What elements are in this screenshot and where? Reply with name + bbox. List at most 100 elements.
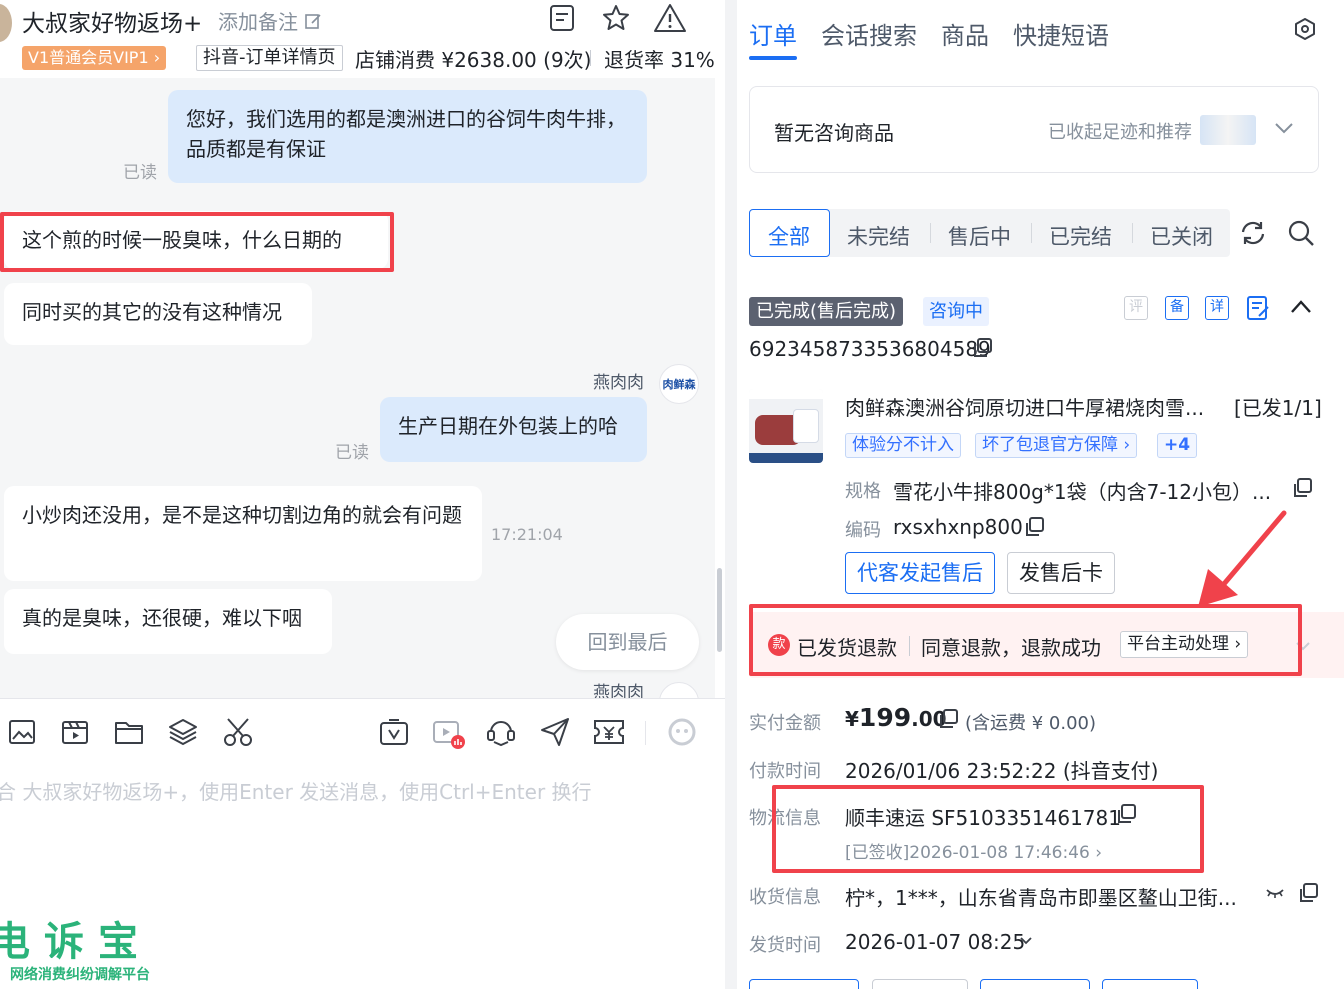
- tab-chat-search[interactable]: 会话搜索: [821, 16, 917, 51]
- tag-experience: 体验分不计入: [845, 433, 961, 458]
- coupon-icon[interactable]: [593, 718, 625, 746]
- note-icon[interactable]: [548, 4, 576, 32]
- product-title[interactable]: 肉鲜森澳洲谷饲原切进口牛厚裙烧肉雪...: [845, 392, 1204, 421]
- product-thumbnail[interactable]: [749, 389, 823, 463]
- back-to-last-button[interactable]: 回到最后: [556, 614, 699, 670]
- copy-icon[interactable]: [1291, 477, 1313, 499]
- customer-avatar[interactable]: [0, 4, 12, 42]
- video-icon[interactable]: [61, 718, 89, 746]
- tab-quick-phrases[interactable]: 快捷短语: [1013, 16, 1109, 51]
- image-icon[interactable]: [8, 718, 36, 746]
- copy-icon[interactable]: [937, 708, 959, 730]
- toolbar-divider: [0, 698, 725, 699]
- consult-collapsed-text: 已收起足迹和推荐: [1048, 122, 1192, 143]
- star-icon[interactable]: [601, 3, 631, 33]
- tab-order[interactable]: 订单: [749, 16, 797, 51]
- chat-scrollbar[interactable]: [717, 568, 722, 652]
- message-bubble: 生产日期在外包装上的哈: [380, 397, 647, 462]
- header-separator: [590, 50, 591, 66]
- chevron-down-icon[interactable]: [1274, 121, 1294, 135]
- ship-time-label: 发货时间: [749, 935, 821, 956]
- message-time: 17:21:04: [491, 525, 563, 544]
- copy-icon[interactable]: [1023, 516, 1045, 538]
- shipped-count: [已发1/1]: [1234, 396, 1322, 420]
- spec-value: 雪花小牛排800g*1袋（内含7-12小包）...: [893, 480, 1272, 504]
- filter-separator: [930, 223, 931, 243]
- footprint-thumbnail: [1200, 115, 1256, 145]
- warning-icon[interactable]: [653, 2, 687, 34]
- store-spend: 店铺消费 ¥2638.00 (9次): [355, 48, 592, 72]
- receiver-label: 收货信息: [749, 887, 821, 908]
- watermark-title: 电诉宝: [0, 919, 152, 965]
- add-note-button[interactable]: 添加备注: [218, 6, 322, 35]
- layers-icon[interactable]: [167, 716, 199, 748]
- filter-after-sale[interactable]: 售后中: [948, 221, 1011, 251]
- highlight-box: [0, 212, 394, 272]
- message-bubble: 同时买的其它的没有这种情况: [4, 283, 312, 345]
- consult-product-card[interactable]: 暂无咨询商品 已收起足迹和推荐: [749, 86, 1319, 173]
- folder-icon[interactable]: [114, 718, 144, 746]
- watermark-logo: 电诉宝 网络消费纠纷调解平台: [0, 920, 152, 984]
- message-bubble: 真的是臭味，还很硬，难以下咽: [4, 589, 332, 654]
- filter-completed[interactable]: 已完结: [1049, 221, 1112, 251]
- filter-closed[interactable]: 已关闭: [1150, 221, 1213, 251]
- order-status-badge: 已完成(售后完成): [749, 297, 904, 326]
- copy-icon[interactable]: [971, 337, 993, 359]
- filter-separator: [1031, 223, 1032, 243]
- chevron-down-icon[interactable]: [1019, 936, 1033, 946]
- pay-time-label: 付款时间: [749, 761, 821, 782]
- initiate-after-sale-button[interactable]: 代客发起售后: [845, 552, 995, 594]
- read-status: 已读: [123, 163, 157, 183]
- paid-amount-label: 实付金额: [749, 713, 821, 734]
- chevron-up-icon[interactable]: [1289, 297, 1313, 315]
- panel-divider[interactable]: [725, 0, 737, 989]
- message-bubble: 小炒肉还没用，是不是这种切割边角的就会有问题: [4, 486, 482, 581]
- spec-label: 规格: [845, 481, 881, 502]
- filter-unfinished[interactable]: 未完结: [847, 221, 910, 251]
- vip-badge[interactable]: V1普通会员VIP1 ›: [22, 46, 167, 70]
- arrow-annotation: [1198, 510, 1287, 607]
- paid-integer: 199: [858, 703, 912, 732]
- consulting-tag: 咨询中: [923, 297, 989, 326]
- send-plane-icon[interactable]: [539, 716, 571, 748]
- tab-products[interactable]: 商品: [941, 16, 989, 51]
- action-button[interactable]: [1102, 979, 1198, 989]
- action-button[interactable]: [749, 979, 859, 989]
- eye-closed-icon[interactable]: [1265, 885, 1285, 901]
- action-button[interactable]: [872, 979, 968, 989]
- code-label: 编码: [845, 520, 881, 541]
- ship-time-value: 2026-01-07 08:25: [845, 930, 1026, 954]
- memo-icon[interactable]: 备: [1165, 296, 1189, 320]
- message-bubble: 您好，我们选用的都是澳洲进口的谷饲牛肉牛排，品质都是有保证: [168, 90, 647, 183]
- paid-currency: ¥: [845, 707, 859, 731]
- settings-icon[interactable]: [1293, 17, 1317, 41]
- tag-bad-return[interactable]: 坏了包退官方保障 ›: [975, 433, 1138, 458]
- order-page-tag: 抖音-订单详情页: [196, 45, 343, 71]
- customer-service-icon[interactable]: [485, 716, 517, 748]
- review-icon[interactable]: 评: [1124, 296, 1148, 320]
- detail-icon[interactable]: 详: [1205, 296, 1229, 320]
- send-after-sale-card-button[interactable]: 发售后卡: [1007, 552, 1115, 594]
- highlight-box: [772, 785, 1204, 873]
- screen-record-icon[interactable]: [379, 718, 409, 748]
- search-icon[interactable]: [1287, 219, 1315, 247]
- message-input[interactable]: 合 大叔家好物返场+，使用Enter 发送消息，使用Ctrl+Enter 换行: [0, 776, 716, 805]
- action-button[interactable]: [980, 979, 1090, 989]
- edit-order-icon[interactable]: [1245, 295, 1271, 321]
- scissors-icon[interactable]: [222, 716, 254, 748]
- copy-icon[interactable]: [1297, 882, 1319, 904]
- shop-name: 大叔家好物返场+: [22, 11, 203, 37]
- message-list[interactable]: 您好，我们选用的都是澳洲进口的谷饲牛肉牛排，品质都是有保证 已读 这个煎的时候一…: [0, 78, 715, 698]
- tag-more[interactable]: +4: [1157, 433, 1198, 458]
- filter-separator: [1132, 223, 1133, 243]
- refresh-icon[interactable]: [1239, 219, 1267, 247]
- ai-assistant-icon[interactable]: [667, 717, 697, 747]
- add-note-label: 添加备注: [218, 10, 298, 34]
- filter-all-label: 全部: [768, 225, 810, 249]
- agent-avatar[interactable]: [659, 682, 699, 698]
- agent-avatar-text: 肉鲜森: [662, 378, 696, 391]
- agent-name: 燕肉肉: [593, 683, 644, 698]
- video-call-icon[interactable]: [432, 716, 468, 752]
- toolbar-separator: [645, 721, 646, 745]
- agent-avatar[interactable]: 肉鲜森: [659, 364, 699, 404]
